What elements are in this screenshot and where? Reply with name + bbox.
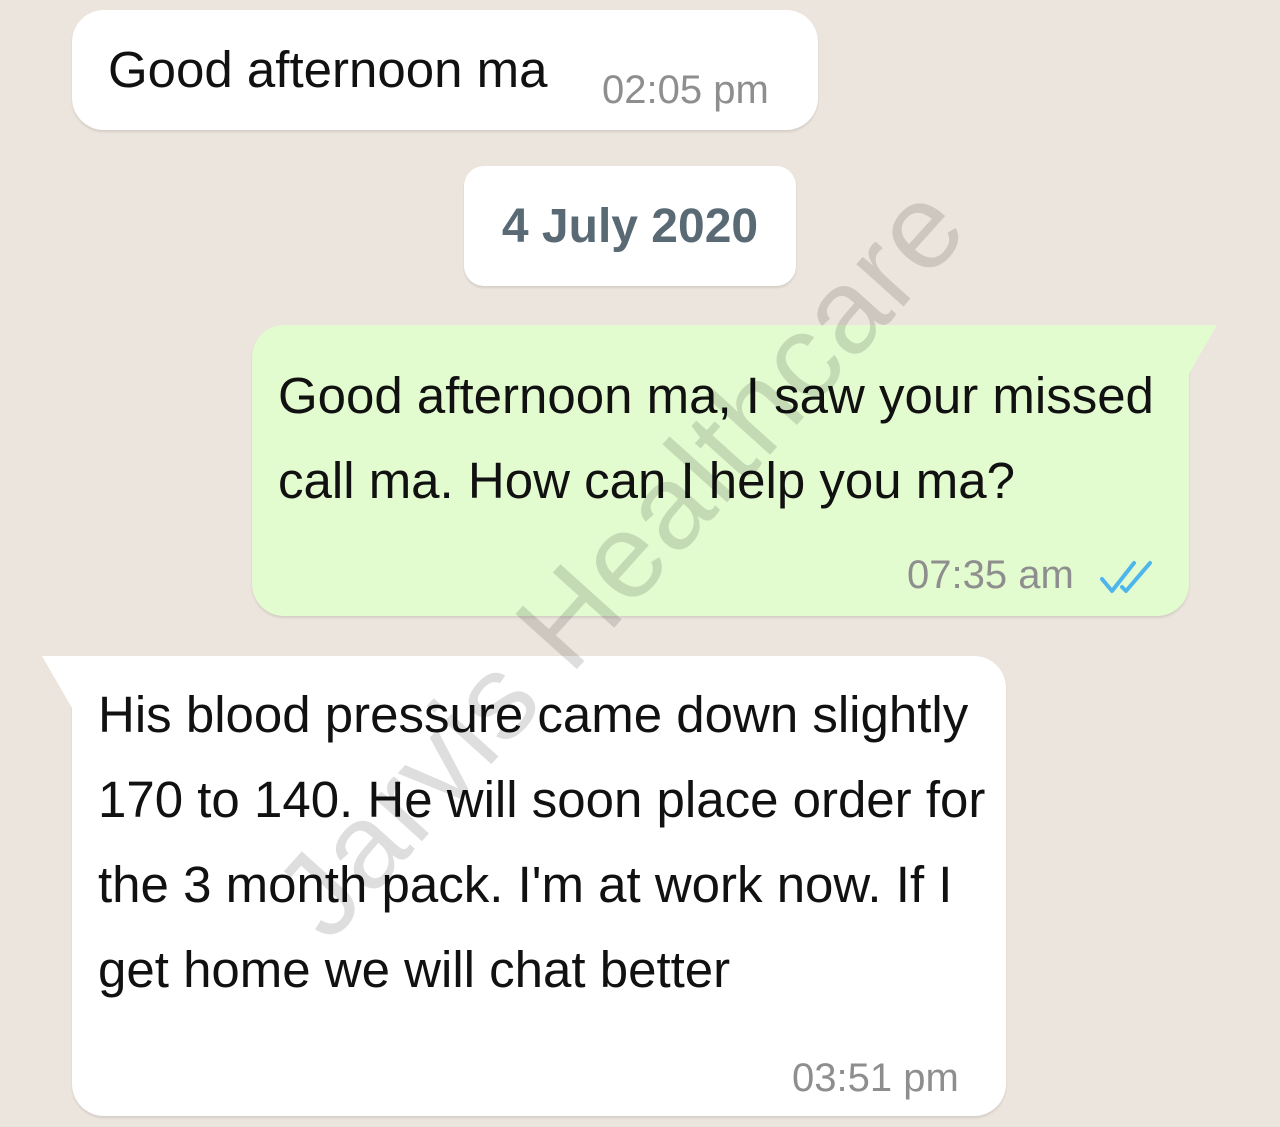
incoming-message[interactable]: Good afternoon ma 02:05 pm (72, 10, 818, 130)
date-separator: 4 July 2020 (464, 166, 796, 286)
bubble-tail (1187, 325, 1217, 377)
double-check-icon (1100, 561, 1152, 593)
message-time: 02:05 pm (602, 68, 769, 112)
chat-area[interactable]: Good afternoon ma 02:05 pm 4 July 2020 G… (0, 0, 1280, 1127)
incoming-message[interactable]: His blood pressure came down slightly 17… (42, 656, 1006, 1116)
outgoing-message[interactable]: Good afternoon ma, I saw your missed cal… (252, 325, 1217, 616)
message-time: 07:35 am (907, 553, 1074, 597)
bubble-tail (42, 656, 72, 708)
message-text: His blood pressure came down slightly 17… (98, 686, 986, 998)
message-time: 03:51 pm (792, 1056, 959, 1100)
message-text: Good afternoon ma, I saw your missed cal… (278, 367, 1154, 509)
message-text: Good afternoon ma (108, 41, 548, 98)
